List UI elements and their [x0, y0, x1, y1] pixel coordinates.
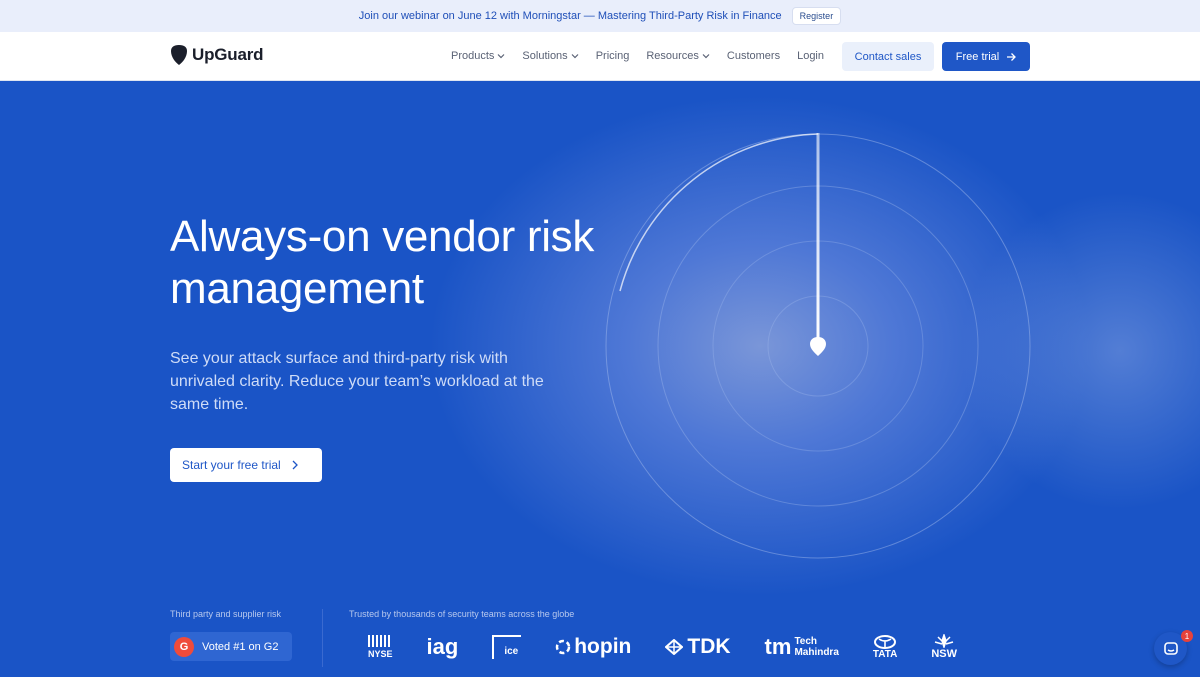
- section-divider: [322, 609, 323, 667]
- nsw-logo: NSW: [931, 634, 957, 660]
- hero-section: Always-on vendor risk management See you…: [0, 81, 1200, 677]
- arrow-right-icon: [1007, 52, 1017, 61]
- chat-icon: [1163, 641, 1178, 655]
- waratah-icon: [934, 634, 954, 648]
- chevron-right-icon: [292, 460, 298, 470]
- nav-item-products[interactable]: Products: [451, 50, 505, 62]
- hero-subtitle: See your attack surface and third-party …: [170, 350, 544, 413]
- start-free-trial-button[interactable]: Start your free trial: [170, 448, 322, 482]
- upguard-shield-icon: [171, 45, 187, 65]
- g2-logo-icon: G: [174, 636, 194, 657]
- nav-item-pricing[interactable]: Pricing: [596, 50, 630, 62]
- g2-label: Voted #1 on G2: [202, 640, 279, 653]
- nav-item-customers[interactable]: Customers: [727, 50, 780, 62]
- hopin-mark-icon: [555, 639, 571, 655]
- chat-notification-badge: 1: [1181, 630, 1193, 642]
- iag-logo: iag: [426, 634, 459, 659]
- hero-title: Always-on vendor risk management: [170, 212, 595, 313]
- tdk-logo: TDK: [665, 635, 731, 659]
- announcement-text[interactable]: Join our webinar on June 12 with Morning…: [359, 10, 782, 22]
- nav-item-solutions[interactable]: Solutions: [522, 50, 579, 62]
- g2-badge-button[interactable]: G Voted #1 on G2: [170, 632, 292, 661]
- register-button[interactable]: Register: [791, 7, 842, 25]
- announcement-bar: Join our webinar on June 12 with Morning…: [0, 0, 1200, 32]
- nav-item-login[interactable]: Login: [797, 50, 824, 62]
- contact-sales-button[interactable]: Contact sales: [842, 42, 934, 71]
- pin-icon: [810, 337, 826, 356]
- nyse-bars-icon: [368, 635, 393, 647]
- tdk-mark-icon: [665, 639, 684, 655]
- free-trial-button[interactable]: Free trial: [942, 42, 1030, 71]
- tata-mark-icon: [874, 634, 897, 649]
- chevron-down-icon: [702, 54, 710, 59]
- customer-logos: NYSE iag ice hopin TDK tm Tech Mahindra: [368, 631, 991, 663]
- nav-item-resources[interactable]: Resources: [646, 50, 710, 62]
- g2-caption: Third party and supplier risk: [170, 609, 282, 619]
- brand-name: UpGuard: [192, 45, 264, 64]
- ice-logo: ice: [492, 635, 522, 659]
- nav-links: Products Solutions Pricing Resources Cus…: [451, 32, 841, 80]
- trusted-caption: Trusted by thousands of security teams a…: [349, 609, 575, 619]
- nyse-logo: NYSE: [368, 635, 393, 659]
- hopin-logo: hopin: [555, 635, 631, 659]
- chevron-down-icon: [571, 54, 579, 59]
- navbar: UpGuard Products Solutions Pricing Resou…: [0, 32, 1200, 81]
- chevron-down-icon: [497, 54, 505, 59]
- tata-logo: TATA: [873, 634, 897, 660]
- brand-logo[interactable]: UpGuard: [170, 44, 264, 66]
- tech-mahindra-logo: tm Tech Mahindra: [764, 634, 839, 659]
